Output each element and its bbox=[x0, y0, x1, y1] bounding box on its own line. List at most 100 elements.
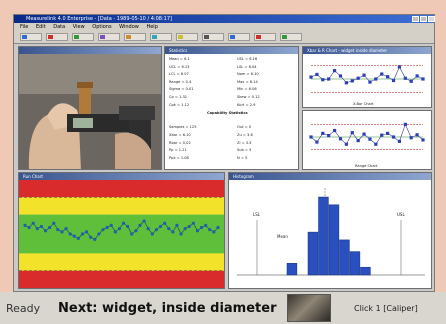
minimize-button[interactable] bbox=[412, 16, 419, 22]
menu-view[interactable]: View bbox=[73, 24, 85, 30]
toolbar-button-doc[interactable] bbox=[20, 33, 42, 41]
stat-value: Min = 6.06 bbox=[237, 87, 257, 92]
graph-icon bbox=[126, 35, 131, 39]
xbar-chart-label: X-Bar Chart bbox=[353, 102, 374, 106]
toolbar-button-print[interactable] bbox=[98, 33, 120, 41]
run-point bbox=[138, 223, 142, 227]
toolbar-button-chart[interactable] bbox=[46, 33, 68, 41]
run-point bbox=[113, 230, 117, 234]
info-icon bbox=[230, 35, 235, 39]
data-point bbox=[338, 74, 343, 78]
run-chart bbox=[19, 180, 224, 288]
xbar-chart bbox=[309, 65, 425, 93]
run-point bbox=[191, 221, 195, 225]
run-point bbox=[31, 221, 35, 225]
menu-window[interactable]: Window bbox=[119, 24, 139, 30]
histogram-bar bbox=[349, 251, 361, 276]
data-point bbox=[386, 131, 390, 135]
run-point bbox=[43, 229, 48, 233]
run-point bbox=[183, 227, 187, 231]
data-point bbox=[386, 75, 390, 79]
toolbar-button-exit[interactable] bbox=[280, 33, 302, 41]
stat-value: Rbar = 0.02 bbox=[169, 140, 191, 145]
stat-value: Ppk = 1.08 bbox=[169, 155, 189, 160]
run-point bbox=[23, 223, 27, 227]
xbar-chart-title: Xbar & R Chart - widget inside diameter bbox=[303, 47, 431, 54]
toolbar-button-graph[interactable] bbox=[124, 33, 146, 41]
run-point bbox=[68, 232, 72, 236]
data-point bbox=[397, 65, 402, 69]
stat-value: Skew = 0.12 bbox=[237, 95, 260, 99]
toolbar-button-info[interactable] bbox=[228, 33, 250, 41]
run-point bbox=[204, 223, 208, 227]
run-point bbox=[117, 227, 122, 231]
run-point bbox=[212, 230, 216, 234]
menu-edit[interactable]: Edit bbox=[36, 24, 46, 30]
menu-data[interactable]: Data bbox=[53, 24, 65, 30]
xbar-chart-pane: Xbar & R Chart - widget inside diameter … bbox=[302, 46, 432, 108]
statistics-pane-title: Statistics bbox=[165, 47, 298, 54]
menu-options[interactable]: Options bbox=[92, 24, 111, 30]
toolbar-button-stats[interactable] bbox=[150, 33, 172, 41]
menu-file[interactable]: File bbox=[20, 24, 28, 30]
chart-icon bbox=[48, 35, 53, 39]
run-point bbox=[84, 230, 89, 234]
data-point bbox=[327, 133, 331, 138]
toolbar-button-help[interactable] bbox=[254, 33, 276, 41]
range-chart-label: Range Chart bbox=[355, 164, 378, 168]
run-point bbox=[35, 227, 39, 231]
data-point bbox=[362, 132, 366, 136]
toolbar-button-gauge[interactable] bbox=[176, 33, 198, 41]
run-point bbox=[48, 225, 52, 230]
stat-value: Out = 0 bbox=[237, 125, 252, 130]
run-point bbox=[97, 232, 101, 236]
click-caliper-label[interactable]: Click 1 [Caliper] bbox=[354, 304, 418, 313]
run-point bbox=[130, 232, 134, 236]
maximize-button[interactable] bbox=[420, 16, 427, 22]
histogram-bar bbox=[360, 266, 371, 276]
stat-value: LSL = 6.04 bbox=[237, 64, 257, 69]
toolbar-button-save[interactable] bbox=[72, 33, 94, 41]
run-point bbox=[89, 235, 93, 239]
histogram-chart: LSL USL Mean bbox=[237, 188, 425, 276]
stat-value: N = 5 bbox=[237, 155, 248, 160]
stat-value: USL = 6.16 bbox=[237, 57, 258, 61]
tolerance-band bbox=[19, 214, 224, 254]
data-point bbox=[415, 133, 419, 137]
data-point bbox=[421, 77, 425, 81]
exit-icon bbox=[282, 35, 287, 39]
run-point bbox=[216, 225, 220, 230]
run-point bbox=[134, 229, 138, 233]
menu-help[interactable]: Help bbox=[146, 24, 157, 30]
close-button[interactable] bbox=[428, 16, 435, 22]
data-point bbox=[350, 131, 354, 135]
stat-value: Samples = 125 bbox=[169, 125, 197, 130]
stat-value: Cp = 1.31 bbox=[169, 95, 188, 99]
tolerance-band bbox=[19, 180, 224, 198]
stat-value: Nom = 6.10 bbox=[237, 72, 259, 77]
run-point bbox=[93, 237, 97, 241]
data-point bbox=[356, 76, 360, 80]
run-point bbox=[146, 227, 150, 231]
histogram-title: Histogram bbox=[229, 173, 431, 180]
toolbar bbox=[14, 31, 434, 44]
histogram-bar bbox=[328, 204, 340, 276]
run-point bbox=[76, 236, 80, 240]
stat-value: LCL = 6.07 bbox=[169, 72, 189, 77]
stats-icon bbox=[152, 35, 157, 39]
capability-section-label: Capability Statistics bbox=[207, 111, 248, 115]
data-point bbox=[368, 137, 372, 141]
run-chart-title: Run Chart bbox=[19, 173, 224, 180]
range-chart-pane: Range Chart bbox=[302, 110, 432, 170]
toolbar-button-camera[interactable] bbox=[202, 33, 224, 41]
menu-bar: File Edit Data View Options Window Help bbox=[14, 23, 434, 31]
run-point bbox=[60, 230, 64, 234]
stat-value: UCL = 6.13 bbox=[169, 64, 190, 69]
page: { "window": { "title": "Measurelink 4.0 … bbox=[0, 0, 446, 324]
data-point bbox=[332, 69, 337, 73]
window-title: Measurelink 4.0 Enterprise - [Data - 198… bbox=[26, 16, 172, 22]
data-point bbox=[397, 139, 402, 143]
status-bar: Ready Next: widget, inside diameter Clic… bbox=[0, 292, 446, 324]
next-measurement-prompt: Next: widget, inside diameter bbox=[58, 301, 277, 316]
data-point bbox=[309, 135, 313, 139]
